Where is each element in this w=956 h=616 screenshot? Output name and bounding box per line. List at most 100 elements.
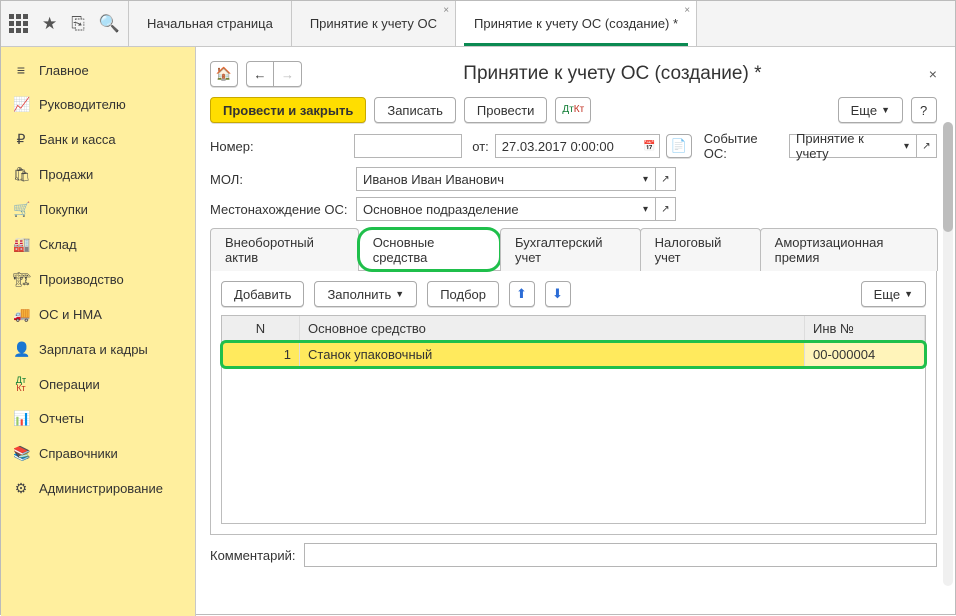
- sidebar-label: Банк и касса: [39, 132, 116, 147]
- event-input[interactable]: Принятие к учету: [789, 134, 897, 158]
- row-mol: МОЛ: Иванов Иван Иванович ▾ ↗: [210, 167, 937, 191]
- cell-inv: 00-000004: [805, 342, 925, 367]
- tab-noncurrent-asset[interactable]: Внеоборотный актив: [210, 228, 359, 271]
- book-icon: 📚: [13, 445, 29, 462]
- close-icon[interactable]: ×: [684, 5, 690, 16]
- fill-button[interactable]: Заполнить ▼: [314, 281, 417, 307]
- more-button[interactable]: Еще ▼: [838, 97, 903, 123]
- cart-icon: 🛒: [13, 201, 29, 218]
- chevron-down-icon[interactable]: ▾: [636, 197, 656, 221]
- row-location: Местонахождение ОС: Основное подразделен…: [210, 197, 937, 221]
- scrollbar-thumb[interactable]: [943, 122, 953, 232]
- sidebar-item-os-nma[interactable]: 🚚ОС и НМА: [1, 297, 195, 332]
- sidebar-item-operations[interactable]: ДтКтОперации: [1, 367, 195, 401]
- sidebar-item-hr[interactable]: 👤 Зарплата и кадры: [1, 332, 195, 367]
- close-icon[interactable]: ×: [443, 5, 449, 16]
- sidebar-item-sales[interactable]: 🛍Продажи: [1, 157, 195, 192]
- search-icon[interactable]: 🔍: [99, 14, 120, 34]
- fill-label: Заполнить: [327, 287, 391, 302]
- post-and-close-button[interactable]: Провести и закрыть: [210, 97, 366, 123]
- dtkt-button[interactable]: ДтКт: [555, 97, 591, 123]
- favorite-icon[interactable]: ★: [42, 14, 57, 34]
- doc-tabs: Внеоборотный актив Основные средства Бух…: [210, 227, 937, 271]
- sidebar-item-purchases[interactable]: 🛒Покупки: [1, 192, 195, 227]
- add-button[interactable]: Добавить: [221, 281, 304, 307]
- draft-icon[interactable]: 📄: [666, 134, 692, 158]
- sidebar-item-catalogs[interactable]: 📚 Справочники: [1, 436, 195, 471]
- chevron-down-icon[interactable]: ▾: [897, 134, 917, 158]
- close-icon[interactable]: ×: [929, 66, 937, 82]
- chevron-down-icon[interactable]: ▾: [636, 167, 656, 191]
- tab-depreciation-premium[interactable]: Амортизационная премия: [760, 228, 938, 271]
- chevron-down-icon: ▼: [395, 289, 404, 299]
- mol-field: Иванов Иван Иванович ▾ ↗: [356, 167, 676, 191]
- sidebar-label: Склад: [39, 237, 77, 252]
- person-icon: 👤: [13, 341, 29, 358]
- comment-input[interactable]: [304, 543, 938, 567]
- back-button[interactable]: ←: [246, 61, 274, 87]
- open-icon[interactable]: ↗: [656, 167, 676, 191]
- from-label: от:: [472, 139, 489, 154]
- sidebar-label: Зарплата и кадры: [39, 342, 148, 357]
- number-input[interactable]: [354, 134, 462, 158]
- action-toolbar: Провести и закрыть Записать Провести ДтК…: [210, 97, 937, 123]
- home-button[interactable]: 🏠: [210, 61, 238, 87]
- tab-home[interactable]: Начальная страница: [129, 1, 292, 46]
- sidebar-item-production[interactable]: 🏗Производство: [1, 262, 195, 297]
- workspace: 🏠 ← → Принятие к учету ОС (создание) * ×…: [196, 47, 955, 616]
- sidebar-item-admin[interactable]: ⚙Администрирование: [1, 471, 195, 506]
- col-header-name[interactable]: Основное средство: [300, 316, 805, 341]
- sidebar-label: Операции: [39, 377, 100, 392]
- sidebar-item-bank[interactable]: ₽Банк и касса: [1, 122, 195, 157]
- warehouse-icon: 🏭: [13, 236, 29, 253]
- date-field: 27.03.2017 0:00:00 📅: [495, 134, 660, 158]
- sidebar-label: Справочники: [39, 446, 118, 461]
- comment-row: Комментарий:: [210, 543, 937, 567]
- location-input[interactable]: Основное подразделение: [356, 197, 636, 221]
- more-label: Еще: [874, 287, 900, 302]
- scrollbar[interactable]: [943, 122, 953, 586]
- sidebar-item-warehouse[interactable]: 🏭 Склад: [1, 227, 195, 262]
- open-icon[interactable]: ↗: [917, 134, 937, 158]
- chart-icon: 📈: [13, 96, 29, 113]
- tab-accept-os-create[interactable]: Принятие к учету ОС (создание) * ×: [456, 1, 697, 46]
- move-down-button[interactable]: ⬇: [545, 281, 571, 307]
- bag-icon: 🛍: [13, 166, 29, 183]
- apps-icon[interactable]: [9, 14, 28, 33]
- forward-button[interactable]: →: [274, 61, 302, 87]
- location-label: Местонахождение ОС:: [210, 202, 350, 217]
- sidebar-item-reports[interactable]: 📊Отчеты: [1, 401, 195, 436]
- table-row[interactable]: 1 Станок упаковочный 00-000004: [222, 342, 925, 367]
- sidebar-item-manager[interactable]: 📈 Руководителю: [1, 87, 195, 122]
- grid-header: N Основное средство Инв №: [222, 316, 925, 342]
- nav-sidebar: ≡ Главное 📈 Руководителю ₽Банк и касса 🛍Пр…: [1, 47, 196, 616]
- write-button[interactable]: Записать: [374, 97, 456, 123]
- col-header-n[interactable]: N: [222, 316, 300, 341]
- panel-more-button[interactable]: Еще ▼: [861, 281, 926, 307]
- open-icon[interactable]: ↗: [656, 197, 676, 221]
- move-up-button[interactable]: ⬆: [509, 281, 535, 307]
- tab-bar: Начальная страница Принятие к учету ОС ×…: [129, 1, 697, 46]
- arrow-down-icon: ⬇: [552, 286, 563, 302]
- mol-input[interactable]: Иванов Иван Иванович: [356, 167, 636, 191]
- clipboard-icon[interactable]: ⎘: [71, 14, 85, 34]
- tab-accept-os[interactable]: Принятие к учету ОС ×: [292, 1, 456, 46]
- col-header-inv[interactable]: Инв №: [805, 316, 925, 341]
- date-input[interactable]: 27.03.2017 0:00:00: [495, 134, 640, 158]
- post-button[interactable]: Провести: [464, 97, 548, 123]
- page-title: Принятие к учету ОС (создание) *: [463, 63, 761, 85]
- system-icons: ★ ⎘ 🔍: [1, 1, 129, 46]
- calendar-icon[interactable]: 📅: [640, 134, 660, 158]
- tab-tax[interactable]: Налоговый учет: [640, 228, 761, 271]
- tab-accounting[interactable]: Бухгалтерский учет: [500, 228, 641, 271]
- pick-button[interactable]: Подбор: [427, 281, 499, 307]
- tab-fixed-assets[interactable]: Основные средства: [358, 228, 501, 271]
- sidebar-item-main[interactable]: ≡ Главное: [1, 53, 195, 87]
- sidebar-label: Руководителю: [39, 97, 126, 112]
- sidebar-label: Главное: [39, 63, 89, 78]
- chevron-down-icon: ▼: [904, 289, 913, 299]
- help-button[interactable]: ?: [911, 97, 937, 123]
- top-toolbar: ★ ⎘ 🔍 Начальная страница Принятие к учет…: [1, 1, 955, 47]
- comment-label: Комментарий:: [210, 548, 296, 563]
- list-icon: ≡: [13, 62, 29, 78]
